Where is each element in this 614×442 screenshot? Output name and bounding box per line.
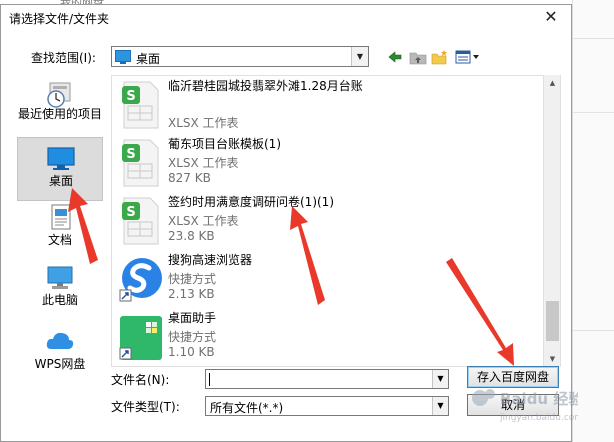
look-in-combo[interactable]: 桌面 ▼ <box>111 46 369 67</box>
wps-sheet-icon: S <box>122 197 159 245</box>
sogou-browser-icon <box>119 258 162 302</box>
desktop-icon <box>47 147 75 170</box>
file-size: 23.8 KB <box>168 229 215 243</box>
background-window-edge <box>572 0 614 442</box>
scroll-up-icon[interactable]: ▲ <box>544 75 561 91</box>
file-name-field[interactable]: ▼ <box>205 369 449 389</box>
place-documents[interactable]: 文档 <box>17 203 103 253</box>
back-arrow-icon[interactable] <box>387 49 403 65</box>
place-recent[interactable]: 最近使用的项目 <box>17 75 103 137</box>
baidu-jingyan-watermark: Baidu 经验 jingyan.baidu.com <box>472 389 578 423</box>
recent-clock-icon <box>47 82 71 108</box>
file-size: 827 KB <box>168 171 211 185</box>
svg-text:S: S <box>126 147 135 162</box>
file-name: 搜狗高速浏览器 <box>168 253 253 267</box>
file-size: 1.10 KB <box>168 345 215 359</box>
list-item[interactable]: S 临沂碧桂园城投翡翠外滩1.28月台账 XLSX 工作表 <box>116 76 546 134</box>
computer-icon <box>47 266 73 289</box>
list-item[interactable]: 搜狗高速浏览器 快捷方式 2.13 KB <box>116 250 546 308</box>
documents-icon <box>51 204 71 230</box>
file-type: 快捷方式 <box>168 272 217 286</box>
close-button[interactable]: ✕ <box>541 7 561 27</box>
chevron-down-icon[interactable]: ▼ <box>432 370 448 388</box>
up-folder-icon[interactable] <box>409 49 427 65</box>
list-item[interactable]: S 签约时用满意度调研问卷(1)(1) XLSX 工作表 23.8 KB <box>116 192 546 250</box>
file-type-select[interactable]: 所有文件(*.*) ▼ <box>205 396 449 416</box>
list-item[interactable]: 桌面助手 快捷方式 1.10 KB <box>116 308 546 366</box>
place-desktop[interactable]: 桌面 <box>17 137 103 201</box>
place-wps-cloud[interactable]: WPS网盘 <box>17 327 103 377</box>
wps-sheet-icon: S <box>122 81 159 129</box>
new-folder-icon[interactable] <box>431 49 449 65</box>
look-in-label: 查找范围(I): <box>31 51 96 65</box>
place-label: 桌面 <box>48 174 73 188</box>
file-picker-dialog: 请选择文件/文件夹 ✕ 查找范围(I): 桌面 ▼ 最近使用的项目 桌面 文档 … <box>0 4 572 442</box>
desktop-assistant-icon <box>119 316 162 360</box>
wps-sheet-icon: S <box>122 139 159 187</box>
text-caret <box>209 373 210 386</box>
file-type-value: 所有文件(*.*) <box>210 401 284 415</box>
scrollbar-thumb[interactable] <box>546 301 559 341</box>
place-label: WPS网盘 <box>34 357 86 371</box>
file-list[interactable]: S 临沂碧桂园城投翡翠外滩1.28月台账 XLSX 工作表 S 葡东项目台账模板… <box>111 75 561 367</box>
file-name-label: 文件名(N): <box>111 373 170 387</box>
titlebar: 请选择文件/文件夹 ✕ <box>1 5 571 31</box>
svg-text:S: S <box>126 205 135 220</box>
save-to-baidu-button[interactable]: 存入百度网盘 <box>467 366 559 388</box>
file-name: 葡东项目台账模板(1) <box>168 137 281 151</box>
watermark-brand: Baidu 经验 <box>500 390 578 408</box>
scroll-down-icon[interactable]: ▼ <box>544 351 561 367</box>
file-type: XLSX 工作表 <box>168 214 239 228</box>
file-type-label: 文件类型(T): <box>111 400 180 414</box>
view-menu-icon[interactable] <box>455 49 481 65</box>
place-label: 文档 <box>47 233 72 247</box>
place-this-pc[interactable]: 此电脑 <box>17 263 103 313</box>
look-in-value: 桌面 <box>136 52 161 66</box>
file-name: 桌面助手 <box>168 311 217 325</box>
watermark-url: jingyan.baidu.com <box>499 413 578 423</box>
places-bar: 最近使用的项目 桌面 文档 此电脑 WPS网盘 <box>17 75 103 377</box>
place-label: 最近使用的项目 <box>17 107 102 121</box>
dialog-title: 请选择文件/文件夹 <box>9 12 110 26</box>
file-type: 快捷方式 <box>168 330 217 344</box>
file-name: 临沂碧桂园城投翡翠外滩1.28月台账 <box>168 79 363 93</box>
file-type: XLSX 工作表 <box>168 116 239 130</box>
chevron-down-icon[interactable]: ▼ <box>432 397 448 415</box>
file-list-scrollbar[interactable]: ▲ ▼ <box>543 75 560 367</box>
file-type: XLSX 工作表 <box>168 156 239 170</box>
file-size: 2.13 KB <box>168 287 215 301</box>
desktop-icon <box>115 50 131 64</box>
place-label: 此电脑 <box>41 293 78 307</box>
cloud-icon <box>46 332 74 349</box>
chevron-down-icon[interactable]: ▼ <box>351 47 368 66</box>
svg-text:S: S <box>126 89 135 104</box>
file-name: 签约时用满意度调研问卷(1)(1) <box>168 195 334 209</box>
list-item[interactable]: S 葡东项目台账模板(1) XLSX 工作表 827 KB <box>116 134 546 192</box>
